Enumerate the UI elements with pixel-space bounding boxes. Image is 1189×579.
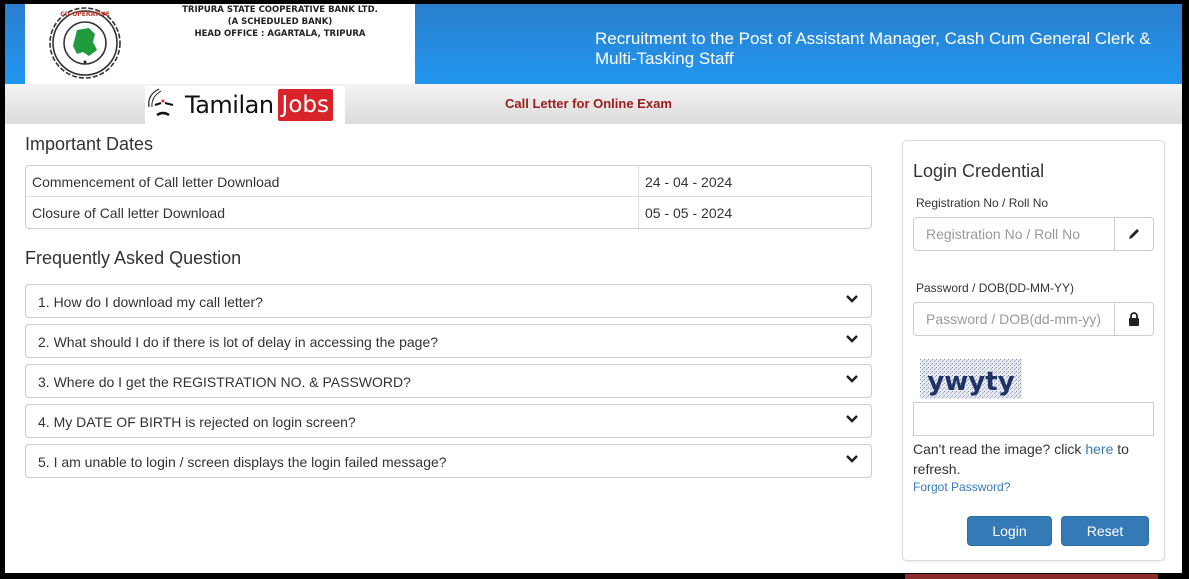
- captcha-refresh-link[interactable]: here: [1085, 441, 1113, 457]
- chevron-down-icon: [846, 455, 858, 463]
- forgot-password-link[interactable]: Forgot Password?: [913, 480, 1010, 494]
- password-label: Password / DOB(DD-MM-YY): [916, 281, 1075, 295]
- subheader-bar: Tamilan Jobs Call Letter for Online Exam: [5, 84, 1182, 124]
- faq-question: 2. What should I do if there is lot of d…: [38, 334, 439, 350]
- tamilan-jobs-logo: Tamilan Jobs: [145, 86, 345, 124]
- header-banner: CO-OPERATIVE TRIPURA STATE COOPERATIVE B…: [5, 4, 1182, 84]
- page-subtitle: Call Letter for Online Exam: [505, 96, 672, 111]
- bank-name-block: TRIPURA STATE COOPERATIVE BANK LTD. (A S…: [150, 4, 410, 40]
- date-value: 05 - 05 - 2024: [645, 205, 733, 221]
- login-button[interactable]: Login: [967, 516, 1052, 546]
- login-panel: Login Credential Registration No / Roll …: [902, 140, 1165, 561]
- bank-logo-box: CO-OPERATIVE TRIPURA STATE COOPERATIVE B…: [25, 4, 415, 84]
- faq-item-2[interactable]: 2. What should I do if there is lot of d…: [25, 324, 872, 358]
- registration-input-group: [913, 217, 1154, 251]
- date-label: Closure of Call letter Download: [26, 197, 639, 228]
- captcha-refresh-text: Can't read the image? click here to refr…: [913, 439, 1153, 479]
- faq-question: 3. Where do I get the REGISTRATION NO. &…: [38, 374, 411, 390]
- registration-input[interactable]: [914, 218, 1114, 250]
- faq-question: 4. My DATE OF BIRTH is rejected on login…: [38, 414, 356, 430]
- captcha-image: ywyty: [920, 359, 1022, 399]
- captcha-input[interactable]: [913, 402, 1154, 436]
- refresh-prefix: Can't read the image? click: [913, 441, 1086, 457]
- faq-item-5[interactable]: 5. I am unable to login / screen display…: [25, 444, 872, 478]
- bank-name: TRIPURA STATE COOPERATIVE BANK LTD.: [182, 5, 378, 15]
- faq-question: 1. How do I download my call letter?: [38, 294, 263, 310]
- registration-label: Registration No / Roll No: [916, 196, 1049, 210]
- brand-name: Tamilan: [185, 91, 274, 119]
- chevron-down-icon: [846, 335, 858, 343]
- pencil-icon: [1114, 218, 1153, 250]
- important-dates-heading: Important Dates: [25, 134, 154, 154]
- faq-item-1[interactable]: 1. How do I download my call letter?: [25, 284, 872, 318]
- lock-icon: [1114, 303, 1153, 335]
- bank-subtitle: (A SCHEDULED BANK): [227, 17, 333, 27]
- chevron-down-icon: [846, 415, 858, 423]
- svg-text:CO-OPERATIVE: CO-OPERATIVE: [60, 11, 110, 18]
- password-input[interactable]: [914, 303, 1114, 335]
- recruitment-title: Recruitment to the Post of Assistant Man…: [595, 29, 1151, 68]
- password-input-group: [913, 302, 1154, 336]
- important-dates-table: Commencement of Call letter Download 24 …: [25, 165, 872, 229]
- login-title: Login Credential: [913, 161, 1045, 181]
- faq-item-4[interactable]: 4. My DATE OF BIRTH is rejected on login…: [25, 404, 872, 438]
- date-label: Commencement of Call letter Download: [26, 166, 639, 196]
- faq-question: 5. I am unable to login / screen display…: [38, 454, 447, 470]
- date-value: 24 - 04 - 2024: [645, 174, 733, 190]
- chevron-down-icon: [846, 295, 858, 303]
- table-row: Closure of Call letter Download 05 - 05 …: [26, 197, 871, 228]
- bank-seal-logo: CO-OPERATIVE: [49, 7, 121, 79]
- faq-item-3[interactable]: 3. Where do I get the REGISTRATION NO. &…: [25, 364, 872, 398]
- bottom-strip: [905, 574, 1158, 579]
- captcha-text: ywyty: [927, 367, 1014, 397]
- chevron-down-icon: [846, 375, 858, 383]
- brand-face-icon: [148, 88, 174, 117]
- bank-head-office: HEAD OFFICE : AGARTALA, TRIPURA: [194, 29, 366, 39]
- reset-button[interactable]: Reset: [1061, 516, 1149, 546]
- brand-highlight: Jobs: [277, 89, 333, 121]
- faq-heading: Frequently Asked Question: [25, 248, 242, 268]
- table-row: Commencement of Call letter Download 24 …: [26, 166, 871, 197]
- page-frame: CO-OPERATIVE TRIPURA STATE COOPERATIVE B…: [5, 4, 1182, 573]
